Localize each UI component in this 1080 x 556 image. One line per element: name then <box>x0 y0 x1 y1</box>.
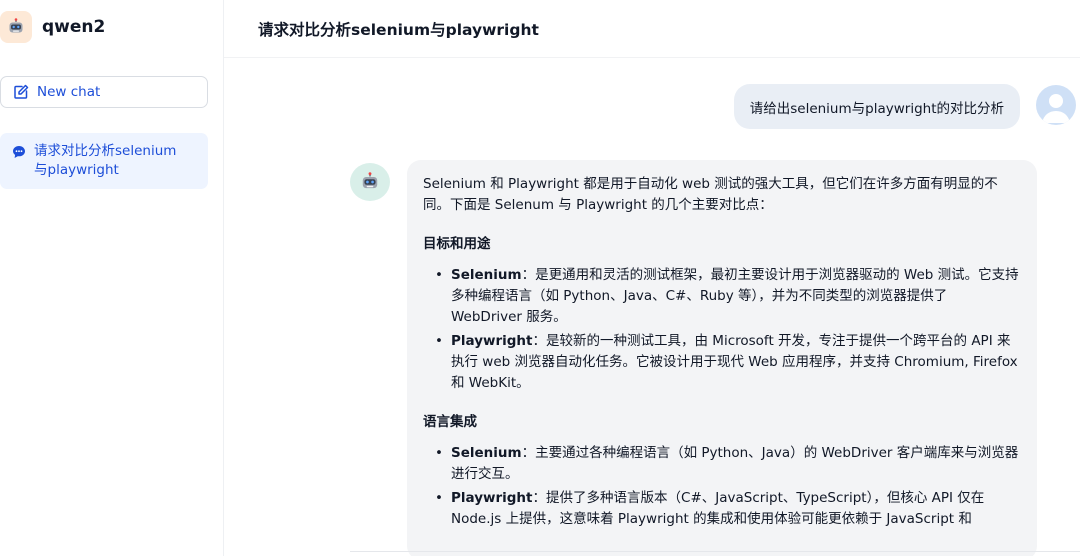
conversation-item[interactable]: 请求对比分析selenium与playwright <box>0 133 208 189</box>
user-message-bubble: 请给出selenium与playwright的对比分析 <box>733 84 1020 129</box>
robot-icon <box>350 163 390 201</box>
list-item-text: ：是较新的一种测试工具，由 Microsoft 开发，专注于提供一个跨平台的 A… <box>451 333 1018 391</box>
user-message-text: 请给出selenium与playwright的对比分析 <box>749 100 1004 117</box>
section-heading: 目标和用途 <box>423 236 491 252</box>
conversation-label: 请求对比分析selenium与playwright <box>34 143 177 178</box>
section-heading: 语言集成 <box>423 414 477 430</box>
list-item-term: Playwright <box>451 333 533 349</box>
list-item: Selenium：是更通用和灵活的测试框架，最初主要设计用于浏览器驱动的 Web… <box>423 265 1021 328</box>
user-avatar-icon <box>1036 85 1076 125</box>
list-item-term: Selenium <box>451 445 522 461</box>
assistant-message-bubble: Selenium 和 Playwright 都是用于自动化 web 测试的强大工… <box>407 160 1037 556</box>
new-chat-button[interactable]: New chat <box>0 76 208 108</box>
list-item: Selenium：主要通过各种编程语言（如 Python、Java）的 WebD… <box>423 443 1021 485</box>
section-list: Selenium：主要通过各种编程语言（如 Python、Java）的 WebD… <box>423 443 1021 530</box>
sidebar: qwen2 New chat 请求对比分析selenium与playwright <box>0 0 224 556</box>
robot-icon <box>0 11 32 43</box>
list-item: Playwright：提供了多种语言版本（C#、JavaScript、TypeS… <box>423 488 1021 530</box>
list-item-term: Selenium <box>451 267 522 283</box>
user-message-row: 请给出selenium与playwright的对比分析 <box>224 84 1080 130</box>
section-list: Selenium：是更通用和灵活的测试框架，最初主要设计用于浏览器驱动的 Web… <box>423 265 1021 394</box>
list-item-text: ：是更通用和灵活的测试框架，最初主要设计用于浏览器驱动的 Web 测试。它支持多… <box>451 267 1019 325</box>
new-chat-label: New chat <box>37 84 101 100</box>
app-name: qwen2 <box>42 17 106 37</box>
chat-header: 请求对比分析selenium与playwright <box>224 0 1080 58</box>
brand: qwen2 <box>0 10 105 44</box>
list-item-text: ：主要通过各种编程语言（如 Python、Java）的 WebDriver 客户… <box>451 445 1019 482</box>
page-title: 请求对比分析selenium与playwright <box>258 20 539 39</box>
chat-bubble-icon <box>13 146 25 158</box>
assistant-intro: Selenium 和 Playwright 都是用于自动化 web 测试的强大工… <box>423 176 998 213</box>
input-area-divider <box>350 551 1080 552</box>
list-item: Playwright：是较新的一种测试工具，由 Microsoft 开发，专注于… <box>423 331 1021 394</box>
list-item-term: Playwright <box>451 490 533 506</box>
edit-icon <box>14 84 29 99</box>
